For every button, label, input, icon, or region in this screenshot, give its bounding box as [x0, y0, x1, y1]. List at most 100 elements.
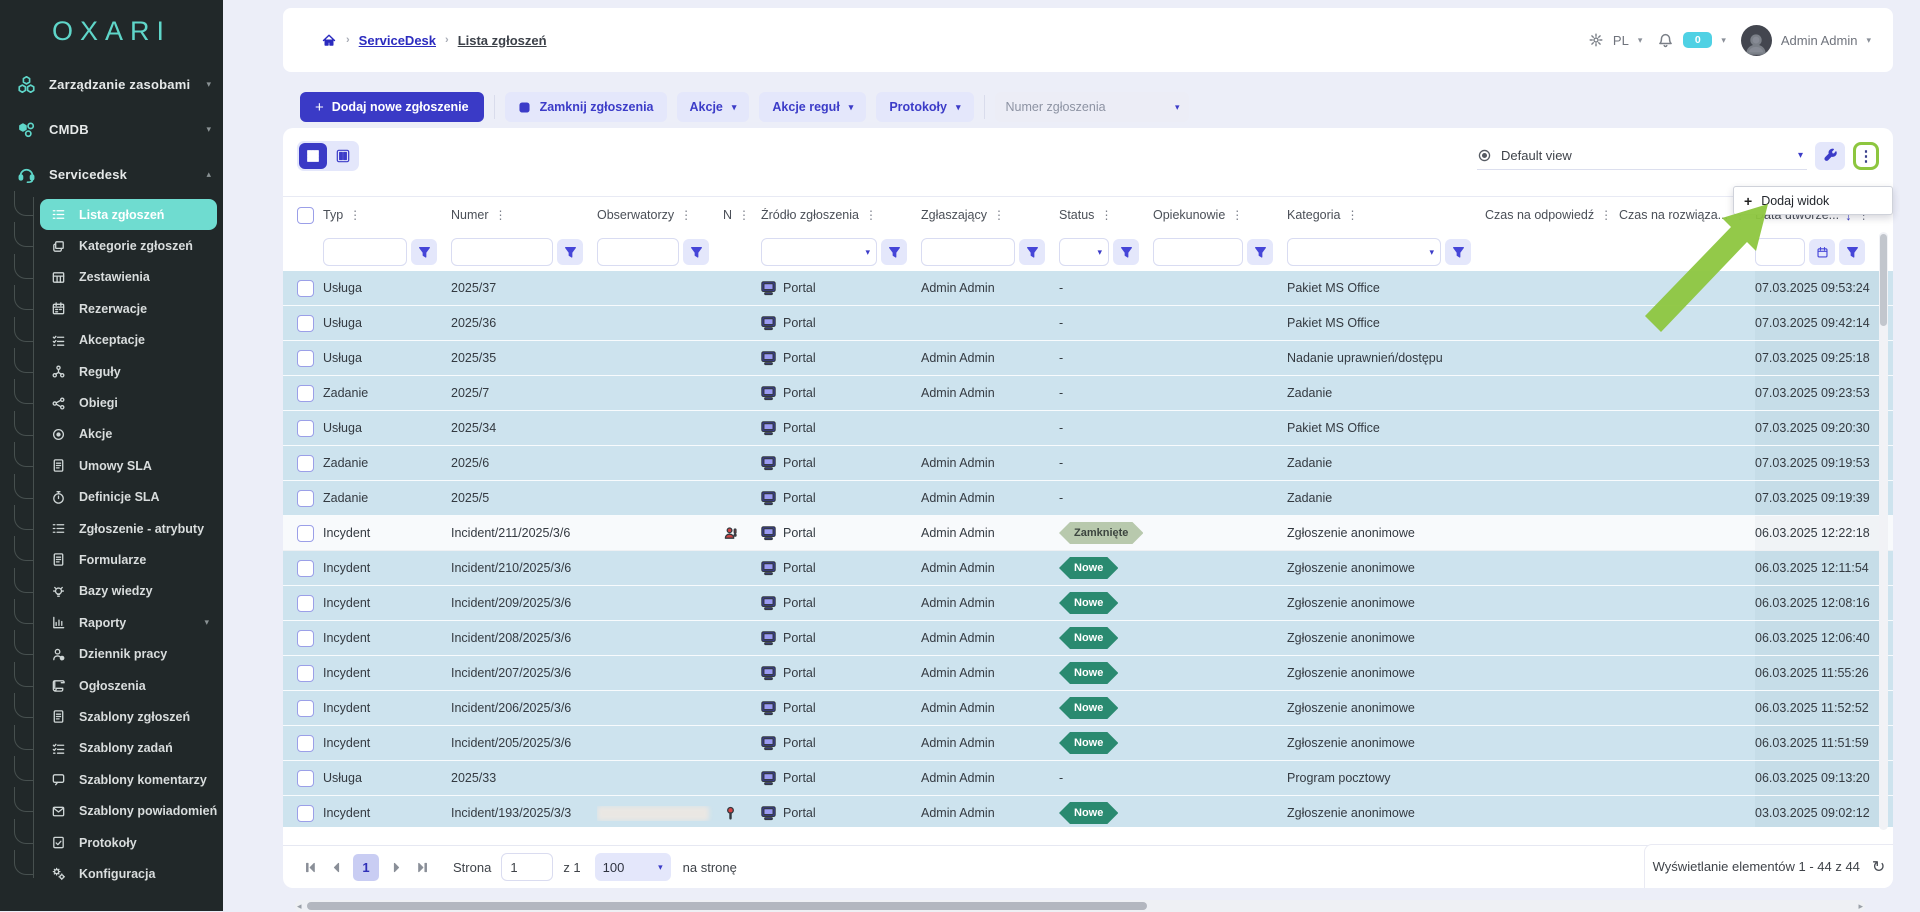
table-row[interactable]: IncydentIncident/205/2025/3/6PortalAdmin… — [283, 726, 1893, 761]
sidebar-item-szablony-zadan[interactable]: Szablony zadań — [40, 733, 217, 764]
table-row[interactable]: IncydentIncident/210/2025/3/6PortalAdmin… — [283, 551, 1893, 586]
per-page-select[interactable]: 100 ▾ — [595, 853, 671, 881]
sidebar-item-zestawienia[interactable]: Zestawienia — [40, 262, 217, 293]
table-row[interactable]: Usługa2025/34Portal-Pakiet MS Office07.0… — [283, 411, 1893, 446]
settings-gear-icon[interactable] — [1588, 32, 1604, 48]
filter-input-obserwatorzy[interactable] — [597, 238, 679, 266]
table-row[interactable]: IncydentIncident/209/2025/3/6PortalAdmin… — [283, 586, 1893, 621]
sidebar-item-zgloszenie-atrybuty[interactable]: Zgłoszenie - atrybuty — [40, 513, 217, 544]
column-menu-icon[interactable]: ⋮ — [738, 208, 750, 222]
page-number-input[interactable] — [501, 853, 553, 881]
sidebar-item-definicje-sla[interactable]: Definicje SLA — [40, 482, 217, 513]
funnel-filter-button[interactable] — [1113, 239, 1139, 265]
next-page-button[interactable] — [383, 854, 409, 880]
vertical-scrollbar[interactable] — [1879, 232, 1888, 830]
chevron-down-icon[interactable]: ▾ — [1721, 35, 1726, 46]
scroll-left-arrow[interactable]: ◂ — [297, 901, 302, 912]
filter-select-status[interactable]: ▾ — [1059, 238, 1109, 266]
filter-select-kategoria[interactable]: ▾ — [1287, 238, 1441, 266]
table-row[interactable]: IncydentIncident/193/2025/3/3PortalAdmin… — [283, 796, 1893, 827]
row-checkbox[interactable] — [297, 700, 314, 717]
sidebar-item-obiegi[interactable]: Obiegi — [40, 387, 217, 418]
sidebar-item-kategorie-zgloszen[interactable]: Kategorie zgłoszeń — [40, 230, 217, 261]
table-row[interactable]: IncydentIncident/207/2025/3/6PortalAdmin… — [283, 656, 1893, 691]
sidebar-group-cmdb[interactable]: CMDB▾ — [0, 107, 223, 152]
column-menu-icon[interactable]: ⋮ — [1100, 208, 1112, 222]
column-header-opiekunowie[interactable]: Opiekunowie⋮ — [1153, 208, 1287, 222]
language-selector[interactable]: PL — [1613, 33, 1629, 48]
chevron-down-icon[interactable]: ▾ — [1866, 35, 1871, 46]
table-row[interactable]: Zadanie2025/5PortalAdmin Admin-Zadanie07… — [283, 481, 1893, 516]
row-checkbox[interactable] — [297, 490, 314, 507]
column-menu-icon[interactable]: ⋮ — [1347, 208, 1359, 222]
sidebar-item-akceptacje[interactable]: Akceptacje — [40, 325, 217, 356]
filter-input-numer[interactable] — [451, 238, 553, 266]
row-checkbox[interactable] — [297, 665, 314, 682]
column-header-obserwatorzy[interactable]: Obserwatorzy⋮ — [597, 208, 723, 222]
sidebar-item-szablony-komentarzy[interactable]: Szablony komentarzy — [40, 764, 217, 795]
column-header-czas_odp[interactable]: Czas na odpowiedź⋮ — [1485, 208, 1619, 222]
column-header-kategoria[interactable]: Kategoria⋮ — [1287, 208, 1485, 222]
sidebar-item-raporty[interactable]: Raporty▾ — [40, 607, 217, 638]
sidebar-item-umowy-sla[interactable]: Umowy SLA — [40, 450, 217, 481]
row-checkbox[interactable] — [297, 560, 314, 577]
row-checkbox[interactable] — [297, 805, 314, 822]
toolbar-dropdown-akcje-regul[interactable]: Akcje reguł▾ — [759, 92, 866, 122]
refresh-icon[interactable]: ↻ — [1872, 857, 1885, 877]
select-all-checkbox[interactable] — [297, 207, 314, 224]
row-checkbox[interactable] — [297, 525, 314, 542]
row-checkbox[interactable] — [297, 455, 314, 472]
table-row[interactable]: Usługa2025/35PortalAdmin Admin-Nadanie u… — [283, 341, 1893, 376]
sidebar-item-dziennik-pracy[interactable]: Dziennik pracy — [40, 638, 217, 669]
column-menu-icon[interactable]: ⋮ — [1231, 208, 1243, 222]
table-row[interactable]: IncydentIncident/206/2025/3/6PortalAdmin… — [283, 691, 1893, 726]
row-checkbox[interactable] — [297, 630, 314, 647]
column-header-note[interactable]: N⋮ — [723, 208, 761, 222]
funnel-filter-button[interactable] — [1019, 239, 1045, 265]
add-ticket-button[interactable]: + Dodaj nowe zgłoszenie — [300, 92, 484, 122]
funnel-filter-button[interactable] — [1445, 239, 1471, 265]
sidebar-item-szablony-zgloszen[interactable]: Szablony zgłoszeń — [40, 701, 217, 732]
table-row[interactable]: IncydentIncident/211/2025/3/6PortalAdmin… — [283, 516, 1893, 551]
toolbar-dropdown-protokoly[interactable]: Protokoły▾ — [876, 92, 973, 122]
column-menu-icon[interactable]: ⋮ — [1600, 208, 1612, 222]
sidebar-item-rezerwacje[interactable]: Rezerwacje — [40, 293, 217, 324]
first-page-button[interactable] — [297, 854, 323, 880]
column-header-typ[interactable]: Typ⋮ — [323, 208, 451, 222]
column-menu-icon[interactable]: ⋮ — [680, 208, 692, 222]
grid-view-button[interactable] — [299, 143, 327, 169]
table-row[interactable]: Usługa2025/36Portal-Pakiet MS Office07.0… — [283, 306, 1893, 341]
sidebar-item-protokoly[interactable]: Protokoły — [40, 827, 217, 858]
filter-input-zglaszajacy[interactable] — [921, 238, 1015, 266]
funnel-filter-button[interactable] — [881, 239, 907, 265]
row-checkbox[interactable] — [297, 770, 314, 787]
sidebar-item-formularze[interactable]: Formularze — [40, 544, 217, 575]
home-icon[interactable] — [321, 32, 337, 48]
chevron-down-icon[interactable]: ▾ — [1175, 102, 1180, 113]
sidebar-item-lista-zgloszen[interactable]: Lista zgłoszeń — [40, 199, 217, 230]
notifications-bell-icon[interactable] — [1657, 32, 1674, 49]
funnel-filter-button[interactable] — [411, 239, 437, 265]
table-row[interactable]: Usługa2025/37PortalAdmin Admin-Pakiet MS… — [283, 271, 1893, 306]
column-header-zglaszajacy[interactable]: Zgłaszający⋮ — [921, 208, 1059, 222]
row-checkbox[interactable] — [297, 420, 314, 437]
filter-input-data[interactable] — [1755, 238, 1805, 266]
calendar-filter-button[interactable] — [1809, 239, 1835, 265]
funnel-filter-button[interactable] — [683, 239, 709, 265]
column-menu-icon[interactable]: ⋮ — [495, 208, 507, 222]
column-header-numer[interactable]: Numer⋮ — [451, 208, 597, 222]
column-settings-button[interactable] — [1815, 142, 1845, 170]
row-checkbox[interactable] — [297, 315, 314, 332]
view-selector[interactable]: Default view ▾ — [1477, 141, 1807, 170]
filter-select-zrodlo[interactable]: ▾ — [761, 238, 877, 266]
prev-page-button[interactable] — [323, 854, 349, 880]
sidebar-item-ogloszenia[interactable]: Ogłoszenia — [40, 670, 217, 701]
notification-count-badge[interactable]: 0 — [1683, 32, 1712, 48]
filter-input-typ[interactable] — [323, 238, 407, 266]
ticket-number-input[interactable] — [1004, 99, 1169, 115]
table-row[interactable]: IncydentIncident/208/2025/3/6PortalAdmin… — [283, 621, 1893, 656]
table-row[interactable]: Zadanie2025/6PortalAdmin Admin-Zadanie07… — [283, 446, 1893, 481]
current-page-button[interactable]: 1 — [353, 854, 379, 881]
row-checkbox[interactable] — [297, 595, 314, 612]
column-header-zrodlo[interactable]: Źródło zgłoszenia⋮ — [761, 208, 921, 222]
